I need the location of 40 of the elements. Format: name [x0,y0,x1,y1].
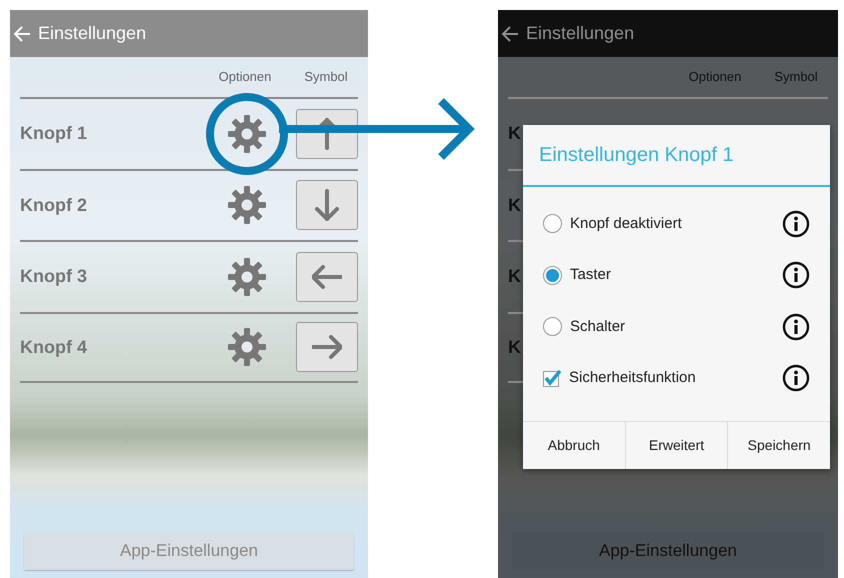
gear-icon[interactable] [227,114,267,154]
row-label: K [508,336,521,359]
dialog-button[interactable]: Abbruch [523,422,625,469]
column-header: Symbol [303,68,349,86]
dialog-button[interactable]: Erweitert [624,422,728,469]
gear-icon[interactable] [227,185,267,226]
back-arrow-icon[interactable] [500,24,520,44]
row-label: Knopf 2 [20,194,87,217]
option-label: Schalter [570,316,626,336]
info-icon[interactable] [782,364,810,392]
row-label: Knopf 1 [20,122,87,146]
row-label: K [508,122,521,146]
column-header: Optionen [218,68,272,86]
symbol-button[interactable] [296,252,358,302]
radio-button[interactable] [543,266,562,285]
checkbox[interactable] [543,369,561,388]
row-label: Knopf 3 [20,265,87,288]
column-header: Optionen [688,68,742,86]
arrow-icon [312,188,342,222]
info-icon[interactable] [782,261,810,290]
option-label: Sicherheitsfunktion [569,368,696,388]
screen-title: Einstellungen [526,22,634,45]
symbol-button[interactable] [296,180,358,230]
column-header: Symbol [773,68,819,86]
radio-button[interactable] [543,317,562,336]
back-arrow-icon[interactable] [12,24,32,44]
symbol-button[interactable] [296,322,358,372]
gear-icon[interactable] [227,256,267,297]
dialog-title: Einstellungen Knopf 1 [539,143,734,168]
info-icon[interactable] [782,312,810,341]
screen-title: Einstellungen [38,22,146,45]
gear-icon[interactable] [227,327,267,368]
dialog-button[interactable]: Speichern [727,422,830,469]
radio-button[interactable] [543,214,562,234]
option-label: Taster [570,265,611,285]
option-label: Knopf deaktiviert [570,214,682,234]
info-icon[interactable] [782,210,810,238]
row-label: K [508,265,521,288]
row-label: Knopf 4 [20,336,87,359]
row-label: K [508,194,521,217]
